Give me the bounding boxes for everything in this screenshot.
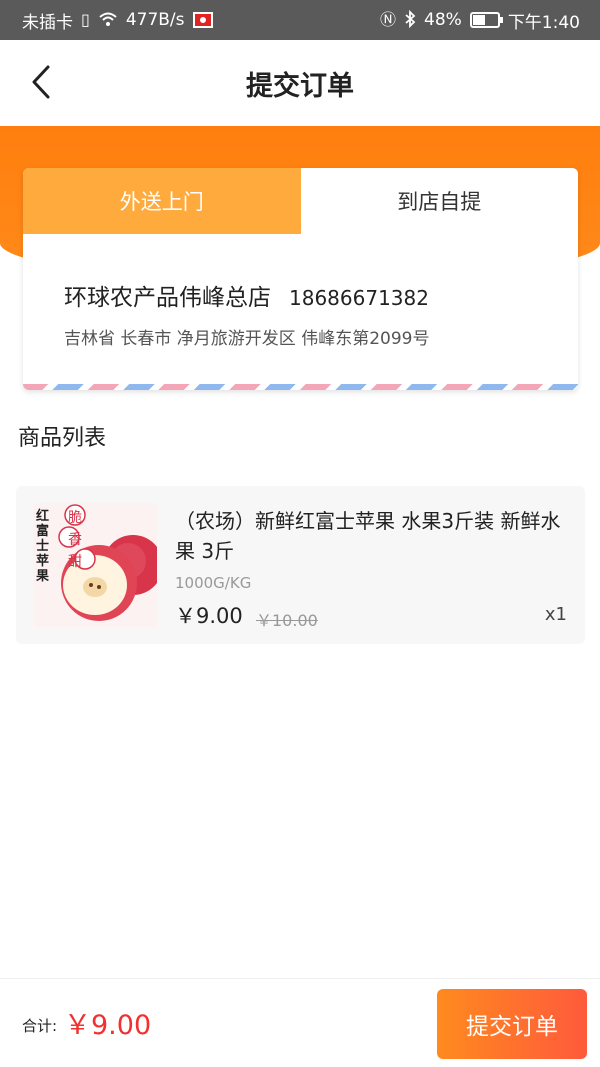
submit-order-button[interactable]: 提交订单 <box>437 989 587 1059</box>
store-info[interactable]: 环球农产品伟峰总店 18686671382 吉林省 长春市 净月旅游开发区 伟峰… <box>23 234 578 349</box>
sim-card-icon: ▯ <box>81 10 90 29</box>
product-image-label: 红富士苹果 <box>36 509 50 584</box>
total-value: ￥9.00 <box>64 1010 152 1041</box>
chevron-left-icon <box>32 65 50 99</box>
nav-bar: 提交订单 <box>0 40 600 126</box>
store-phone: 18686671382 <box>289 286 429 310</box>
airmail-border <box>23 384 578 390</box>
tab-delivery[interactable]: 外送上门 <box>23 168 301 234</box>
product-list-title: 商品列表 <box>18 426 107 451</box>
checkout-bar: 合计: ￥9.00 提交订单 <box>0 978 600 1067</box>
product-name: （农场）新鲜红富士苹果 水果3斤装 新鲜水果 3斤 <box>175 509 561 563</box>
tab-self-pickup[interactable]: 到店自提 <box>300 168 578 234</box>
battery-percent: 48% <box>424 10 462 30</box>
product-image-badge: 脆香甜 <box>68 510 82 570</box>
delivery-card: 外送上门 到店自提 环球农产品伟峰总店 18686671382 吉林省 长春市 … <box>23 168 578 390</box>
product-spec: 1000G/KG <box>175 574 252 592</box>
status-bar: 未插卡 ▯ 477B/s Ⓝ 48% 下午1:40 <box>0 0 600 40</box>
status-bar-left: 未插卡 ▯ 477B/s <box>22 8 213 33</box>
back-button[interactable] <box>28 64 58 100</box>
clock: 下午1:40 <box>507 12 580 33</box>
product-quantity: x1 <box>544 604 567 625</box>
bluetooth-icon <box>404 9 416 31</box>
network-speed: 477B/s <box>125 10 185 30</box>
nfc-icon: Ⓝ <box>380 10 397 29</box>
status-bar-right: Ⓝ 48% 下午1:40 <box>380 8 580 33</box>
delivery-tabs: 外送上门 到店自提 <box>23 168 578 234</box>
page-title: 提交订单 <box>246 70 354 102</box>
sim-status: 未插卡 <box>22 12 73 33</box>
app-notification-icon <box>192 12 213 28</box>
store-name: 环球农产品伟峰总店 <box>64 285 271 311</box>
product-image: 红富士苹果 脆香甜 <box>33 503 157 627</box>
battery-icon <box>469 12 503 28</box>
product-item[interactable]: 红富士苹果 脆香甜 （农场）新鲜红富士苹果 水果3斤装 新鲜水果 3斤 1000… <box>16 486 585 644</box>
product-price: ￥9.00 <box>175 604 243 628</box>
product-original-price: ￥10.00 <box>256 611 318 630</box>
wifi-icon <box>98 11 118 30</box>
total-label: 合计: <box>22 1017 58 1035</box>
store-address: 吉林省 长春市 净月旅游开发区 伟峰东第2099号 <box>64 329 430 349</box>
